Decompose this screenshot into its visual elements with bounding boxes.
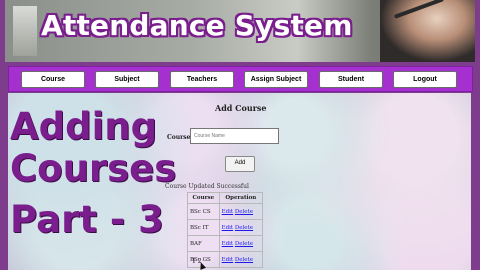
table-header-row: Course Operation xyxy=(187,192,264,204)
overlay-title-line-1: Adding xyxy=(10,105,158,148)
nav-assign-subject-button[interactable]: Assign Subject xyxy=(244,71,308,88)
hand-image xyxy=(380,0,475,62)
edit-link[interactable]: Edit xyxy=(222,209,234,215)
edit-link[interactable]: Edit xyxy=(222,241,234,247)
delete-link[interactable]: Delete xyxy=(235,225,253,231)
courses-table: Course Operation BSc CS Edit Delete BSc … xyxy=(187,192,264,268)
overlay-title-line-2: Courses xyxy=(10,147,177,190)
overlay-title-line-3: Part - 3 xyxy=(10,198,164,241)
nav-course-button[interactable]: Course xyxy=(21,71,85,88)
header-banner: Attendance System xyxy=(5,0,475,62)
operation-cell: Edit Delete xyxy=(218,203,264,220)
course-cell: BAF xyxy=(187,235,220,252)
edit-link[interactable]: Edit xyxy=(222,225,234,231)
course-cell: BSc CS xyxy=(187,203,220,220)
delete-link[interactable]: Delete xyxy=(235,209,253,215)
table-row: BSc CS Edit Delete xyxy=(187,203,264,220)
status-message: Course Updated Successful xyxy=(165,183,249,190)
banner-decoration xyxy=(13,6,37,56)
table-row: BSc IT Edit Delete xyxy=(187,219,264,236)
edit-link[interactable]: Edit xyxy=(222,257,234,263)
course-cell: BSc IT xyxy=(187,219,220,236)
main-nav: Course Subject Teachers Assign Subject S… xyxy=(8,66,473,92)
delete-link[interactable]: Delete xyxy=(235,257,253,263)
app-title: Attendance System xyxy=(41,9,353,42)
operation-cell: Edit Delete xyxy=(218,235,264,252)
nav-subject-button[interactable]: Subject xyxy=(95,71,159,88)
operation-cell: Edit Delete xyxy=(218,219,264,236)
course-name-input[interactable] xyxy=(190,128,279,144)
course-label: Course: xyxy=(167,134,193,141)
add-course-button[interactable]: Add xyxy=(225,156,255,172)
nav-teachers-button[interactable]: Teachers xyxy=(170,71,234,88)
delete-link[interactable]: Delete xyxy=(235,241,253,247)
operation-cell: Edit Delete xyxy=(218,251,264,268)
nav-student-button[interactable]: Student xyxy=(319,71,383,88)
table-row: BAF Edit Delete xyxy=(187,235,264,252)
form-title: Add Course xyxy=(215,103,267,113)
nav-logout-button[interactable]: Logout xyxy=(393,71,457,88)
column-header-course: Course xyxy=(187,192,220,204)
column-header-operation: Operation xyxy=(218,192,264,204)
